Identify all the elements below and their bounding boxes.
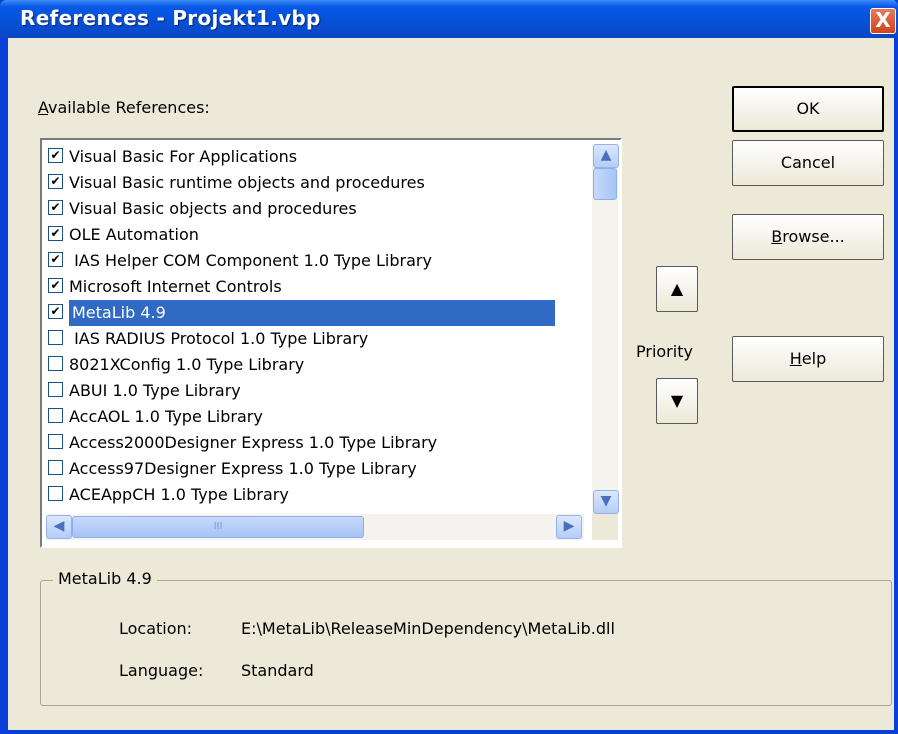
- reference-item[interactable]: ✔ Microsoft Internet Controls: [46, 274, 584, 300]
- scroll-right-icon: ▶: [563, 518, 575, 534]
- reference-checkbox[interactable]: ✔: [48, 278, 63, 293]
- reference-item[interactable]: ✔ OLE Automation: [46, 222, 584, 248]
- reference-label: AccAOL 1.0 Type Library: [69, 407, 263, 426]
- vertical-scrollbar[interactable]: ▲ ▼: [592, 144, 619, 514]
- help-accel: H: [789, 349, 802, 368]
- reference-item[interactable]: ✔ IAS Helper COM Component 1.0 Type Libr…: [46, 248, 584, 274]
- close-button[interactable]: X: [870, 8, 896, 34]
- location-label: Location:: [119, 619, 193, 638]
- reference-checkbox[interactable]: ✔: [48, 200, 63, 215]
- available-references-label: Available References:: [38, 98, 210, 117]
- language-value: Standard: [241, 661, 314, 680]
- reference-checkbox[interactable]: [48, 330, 63, 345]
- reference-item[interactable]: ✔ Visual Basic For Applications: [46, 144, 584, 170]
- group-title: MetaLib 4.9: [53, 569, 157, 588]
- reference-item[interactable]: Access97Designer Express 1.0 Type Librar…: [46, 456, 584, 482]
- title-bar[interactable]: References - Projekt1.vbp X: [0, 0, 898, 38]
- reference-label: Visual Basic objects and procedures: [69, 199, 357, 218]
- reference-label: IAS RADIUS Protocol 1.0 Type Library: [69, 329, 369, 348]
- reference-label: 8021XConfig 1.0 Type Library: [69, 355, 305, 374]
- reference-checkbox[interactable]: ✔: [48, 304, 63, 319]
- reference-label: Access97Designer Express 1.0 Type Librar…: [69, 459, 417, 478]
- scroll-up-icon: ▲: [600, 147, 612, 163]
- reference-checkbox[interactable]: [48, 486, 63, 501]
- browse-button-label: rowse...: [782, 227, 845, 246]
- vertical-scroll-thumb[interactable]: [593, 168, 617, 200]
- reference-item[interactable]: AccAOL 1.0 Type Library: [46, 404, 584, 430]
- browse-accel: B: [771, 227, 783, 246]
- priority-up-button[interactable]: ▲: [656, 266, 698, 312]
- priority-down-button[interactable]: ▼: [656, 378, 698, 424]
- arrow-down-icon: ▼: [670, 391, 684, 410]
- reference-label: Microsoft Internet Controls: [69, 277, 282, 296]
- references-dialog: References - Projekt1.vbp X Available Re…: [0, 0, 898, 734]
- horizontal-scrollbar[interactable]: ◀ III ▶: [46, 514, 584, 540]
- available-references-accel: A: [38, 98, 49, 117]
- reference-label: Visual Basic For Applications: [69, 147, 298, 166]
- reference-checkbox[interactable]: ✔: [48, 226, 63, 241]
- location-value: E:\MetaLib\ReleaseMinDependency\MetaLib.…: [241, 619, 615, 638]
- reference-checkbox[interactable]: [48, 408, 63, 423]
- reference-checkbox[interactable]: [48, 460, 63, 475]
- reference-checkbox[interactable]: ✔: [48, 252, 63, 267]
- reference-label: IAS Helper COM Component 1.0 Type Librar…: [69, 251, 432, 270]
- reference-label: OLE Automation: [69, 225, 199, 244]
- reference-item[interactable]: ACEAppCH 1.0 Type Library: [46, 482, 584, 508]
- available-references-label-text: vailable References:: [48, 98, 210, 117]
- help-button[interactable]: Help: [732, 336, 884, 382]
- horizontal-scroll-thumb[interactable]: III: [72, 516, 364, 538]
- reference-checkbox[interactable]: [48, 382, 63, 397]
- reference-label: MetaLib 4.9: [69, 300, 555, 326]
- scroll-left-icon: ◀: [53, 518, 65, 534]
- close-icon: X: [875, 8, 891, 32]
- browse-button[interactable]: Browse...: [732, 214, 884, 260]
- reference-checkbox[interactable]: ✔: [48, 174, 63, 189]
- scrollbar-corner: [592, 514, 618, 540]
- reference-label: Visual Basic runtime objects and procedu…: [69, 173, 425, 192]
- ok-button[interactable]: OK: [732, 86, 884, 132]
- reference-checkbox[interactable]: [48, 434, 63, 449]
- reference-label: ACEAppCH 1.0 Type Library: [69, 485, 289, 504]
- window-title: References - Projekt1.vbp: [20, 6, 321, 30]
- scroll-left-button[interactable]: ◀: [46, 515, 72, 539]
- arrow-up-icon: ▲: [670, 279, 684, 298]
- scroll-down-button[interactable]: ▼: [593, 490, 619, 514]
- help-button-label: elp: [801, 349, 827, 368]
- reference-item[interactable]: ABUI 1.0 Type Library: [46, 378, 584, 404]
- references-listbox[interactable]: ✔ Visual Basic For Applications ✔ Visual Ba…: [40, 138, 622, 548]
- scroll-right-button[interactable]: ▶: [556, 515, 582, 539]
- scroll-up-button[interactable]: ▲: [593, 144, 619, 168]
- reference-item[interactable]: 8021XConfig 1.0 Type Library: [46, 352, 584, 378]
- ok-button-label: OK: [796, 99, 820, 118]
- references-list: ✔ Visual Basic For Applications ✔ Visual Ba…: [46, 144, 584, 508]
- priority-label: Priority: [636, 342, 693, 361]
- reference-details-group: MetaLib 4.9 Location: E:\MetaLib\Release…: [40, 569, 892, 706]
- reference-item[interactable]: ✔ MetaLib 4.9: [46, 300, 584, 326]
- reference-item[interactable]: IAS RADIUS Protocol 1.0 Type Library: [46, 326, 584, 352]
- language-label: Language:: [119, 661, 204, 680]
- reference-checkbox[interactable]: [48, 356, 63, 371]
- reference-item[interactable]: ✔ Visual Basic runtime objects and proced…: [46, 170, 584, 196]
- cancel-button[interactable]: Cancel: [732, 140, 884, 186]
- reference-item[interactable]: Access2000Designer Express 1.0 Type Libr…: [46, 430, 584, 456]
- reference-checkbox[interactable]: ✔: [48, 148, 63, 163]
- scroll-grip-icon: III: [213, 521, 223, 532]
- reference-item[interactable]: ✔ Visual Basic objects and procedures: [46, 196, 584, 222]
- reference-label: Access2000Designer Express 1.0 Type Libr…: [69, 433, 438, 452]
- cancel-button-label: Cancel: [780, 153, 836, 172]
- scroll-down-icon: ▼: [600, 493, 612, 509]
- reference-label: ABUI 1.0 Type Library: [69, 381, 241, 400]
